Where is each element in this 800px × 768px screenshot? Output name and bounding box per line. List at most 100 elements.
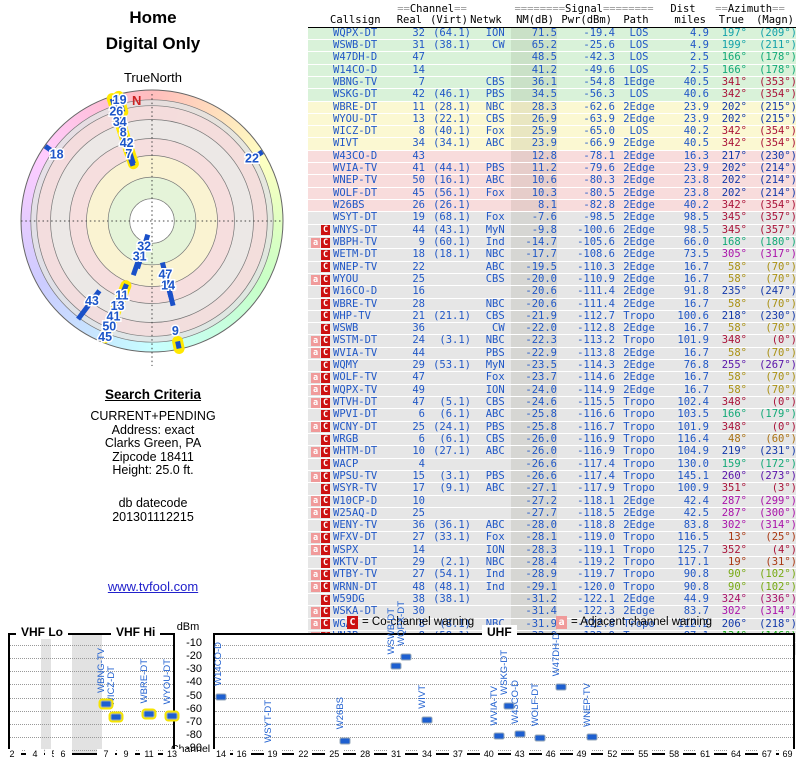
table-row: a C W10CP-D 10 -27.2 -118.1 2Edge 42.4 287° (299… [308,495,797,508]
station-label: WSYT-DT [262,700,274,743]
co-channel-warning-icon: C [321,373,330,384]
co-channel-warning-icon: C [321,471,330,482]
co-channel-warning-icon: C [321,520,330,531]
signal-marker [164,710,180,722]
svg-text:43: 43 [85,294,99,308]
dbm-gridline [10,645,173,646]
channel-tick-label: 14 [212,749,230,760]
co-channel-legend-label: = Co-channel warning [362,616,475,628]
channel-tick-label: 22 [294,749,313,760]
signal-marker [390,662,402,669]
search-city: Clarks Green, PA [104,436,202,451]
station-label: WNEP-TV [581,682,593,727]
table-row: a C WHTM-DT 10 (27.1) ABC -26.0 -116.9 Tropo 104… [308,445,797,459]
page-subtitle: Digital Only [105,34,201,53]
adjacent-channel-warning-icon: a [311,336,320,347]
signal-marker [215,693,227,701]
co-channel-warning-icon: C [321,237,330,248]
co-channel-warning-icon: C [321,545,330,556]
channel-tick-label: 46 [541,749,560,760]
adjacent-channel-warning-icon: a [311,533,320,544]
dbm-gridline [10,736,173,738]
search-zip: Zipcode 18411 [112,449,194,464]
co-channel-warning-icon: C [321,459,330,470]
table-row: C WPVI-DT 6 (6.1) ABC -25.8 -116.6 Tropo 103.5 1… [308,408,797,422]
table-row: C WBRE-TV 28 NBC -20.6 -111.4 2Edge 16.7 58° (70… [308,298,797,311]
signal-marker [421,716,433,724]
signal-marker [555,683,567,691]
search-criteria-heading: Search Criteria [104,387,202,402]
co-channel-warning-icon: C [321,557,330,568]
co-channel-warning-icon: C [321,299,330,310]
channel-tick-label: 13 [163,749,181,760]
table-row: WSKG-DT 42 (46.1) PBS 34.5 -56.3 LOS 40.6 342°(… [308,88,797,102]
adjacent-channel-warning-icon: a [311,508,320,519]
co-channel-warning-icon: C [321,323,330,334]
db-datecode-label: db datecode [118,496,188,511]
table-column-header: Callsign Real (Virt) Netwk NM(dB) Pwr(dBm) Pa… [308,14,796,28]
co-channel-warning-icon: C [321,446,330,457]
station-label: WYOU-DT [162,659,173,705]
station-label: W26BS [334,697,346,730]
table-row: WBRE-DT 11 (28.1) NBC 28.3 -62.6 2Edge 23.9 202… [308,101,797,114]
search-mode: CURRENT+PENDING [90,409,216,424]
co-channel-legend-icon: C [347,616,358,629]
table-row: C WETM-DT 18 (18.1) NBC -17.7 -108.6 2Edge 73.5… [308,248,797,262]
co-channel-warning-icon: C [321,496,330,507]
channel-tick-label: 49 [572,749,591,760]
station-label: WBRE-DT [139,658,150,703]
adjacent-channel-legend-label: = Adjacent channel warning [571,616,712,628]
co-channel-warning-icon: C [321,422,330,433]
dbm-tick-label: -20 [186,650,202,663]
channel-tick-label: 16 [232,749,251,760]
adjacent-channel-warning-icon: a [311,471,320,482]
signal-marker [586,733,598,741]
dbm-tick-label: -80 [186,728,202,741]
adjacent-channel-warning-icon: a [311,274,320,285]
signal-marker [503,702,515,710]
signal-marker [400,653,412,661]
station-label: WOLF-DT [530,683,542,727]
signal-marker [98,698,114,710]
channel-tick-label: 4 [26,749,44,760]
uhf-panel: 14 16 19 22 25 28 31 34 37 40 43 46 49 52 55 58 61 64 67 69… [212,601,797,760]
signal-marker [493,732,505,740]
co-channel-warning-icon: C [321,508,330,519]
adjacent-channel-legend-icon: a [556,616,567,629]
adjacent-channel-warning-icon: a [311,422,320,433]
dbm-tick-label: -10 [186,637,202,649]
tvfool-link[interactable]: www.tvfool.com [0,580,306,594]
channel-tick-label: 7 [97,749,115,760]
table-row: WIVT 34 (34.1) ABC 23.9 -66.9 2Edge 40.5 342° (3… [308,138,797,151]
channel-tick-label: 61 [696,749,715,760]
search-height: Height: 25.0 ft. [112,463,194,478]
svg-text:31: 31 [133,250,147,264]
azimuth-radar-plot: 22 47 14 9 32 31 11 13 41 50 45 43 18 7 42 8 34 26 19 N [20,89,284,366]
co-channel-warning-icon: C [321,434,330,445]
table-row: a C WTBY-TV 27 (54.1) Ind -28.9 -119.7 Tropo 90.… [308,569,797,582]
channel-tick-label: 11 [140,749,158,760]
adjacent-channel-warning-icon: a [311,385,320,396]
table-row: WNEP-TV 50 (16.1) ABC 10.6 -80.3 2Edge 23.8 202… [308,175,797,188]
dbm-gridline [215,723,793,725]
co-channel-warning-icon: C [321,385,330,396]
radar-overlay: 2247149323111134150454318 7428342619 N [20,89,284,366]
co-channel-warning-icon: C [321,360,330,371]
co-channel-warning-icon: C [321,274,330,285]
channel-tick-label: 64 [727,749,745,760]
table-row: C WSYR-TV 17 (9.1) ABC -27.1 -117.9 Tropo 100.9… [308,482,797,496]
signal-marker [514,730,526,738]
co-channel-warning-icon: C [321,336,330,347]
adjacent-channel-warning-icon: a [311,237,320,248]
adjacent-channel-warning-icon: a [311,397,320,408]
adjacent-channel-warning-icon: a [311,373,320,384]
signal-marker [339,737,351,744]
co-channel-warning-icon: C [321,286,330,297]
co-channel-warning-icon: C [321,262,330,273]
dbm-tick-label: -50 [186,689,202,702]
adjacent-channel-warning-icon: a [311,545,320,556]
table-row: a C WFXV-DT 27 (33.1) Fox -28.1 -119.0 Tropo 116… [308,532,797,545]
dbm-gridline [215,710,793,712]
station-label: WSKG-DT [499,649,511,695]
co-channel-warning-icon: C [321,225,330,236]
